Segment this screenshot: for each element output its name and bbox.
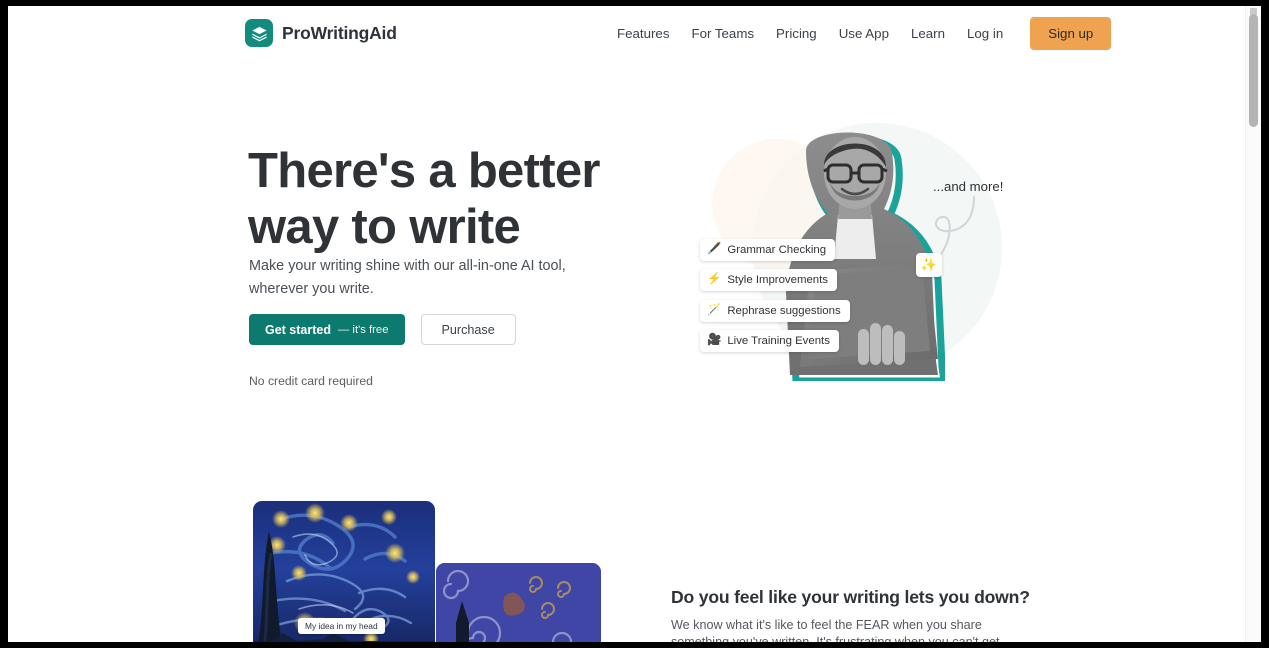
lower-section-heading: Do you feel like your writing lets you d… (671, 586, 1030, 607)
feature-chip-rephrase-suggestions: 🪄 Rephrase suggestions (700, 300, 850, 322)
hero-cta-group: Get started — it's free Purchase (249, 314, 516, 345)
feature-chip-style-improvements: ⚡ Style Improvements (700, 269, 837, 291)
movie-camera-icon: 🎥 (707, 334, 722, 347)
lower-section-body: We know what it's like to feel the FEAR … (671, 617, 1000, 642)
nav-item-pricing[interactable]: Pricing (765, 20, 828, 47)
brand-logo[interactable]: ProWritingAid (245, 19, 397, 47)
lightning-bolt-icon: ⚡ (707, 273, 722, 286)
page-content: ProWritingAid Features For Teams Pricing… (8, 6, 1261, 642)
doodle-card-image (436, 563, 601, 642)
brand-name: ProWritingAid (282, 22, 397, 43)
get-started-label: Get started (265, 322, 331, 337)
and-more-callout: ...and more! (933, 179, 1004, 194)
nav-item-use-app[interactable]: Use App (828, 20, 900, 47)
stacked-pages-icon (245, 19, 273, 47)
feature-chip-grammar-checking: 🖋️ Grammar Checking (700, 239, 836, 261)
starry-night-caption: My idea in my head (298, 618, 385, 634)
main-navigation: Features For Teams Pricing Use App Learn… (606, 17, 1112, 50)
feature-chip-label: Grammar Checking (727, 244, 827, 256)
get-started-note: — it's free (338, 323, 389, 336)
starry-night-image: My idea in my head (253, 501, 435, 642)
site-header: ProWritingAid Features For Teams Pricing… (8, 6, 1261, 62)
feature-chip-live-training-events: 🎥 Live Training Events (700, 330, 839, 352)
get-started-button[interactable]: Get started — it's free (249, 314, 405, 345)
hero-illustration: ...and more! 🖋️ Grammar Checking ⚡ Style… (668, 101, 1028, 401)
scrollbar-thumb[interactable] (1249, 14, 1258, 127)
nav-item-learn[interactable]: Learn (900, 20, 956, 47)
sign-up-button[interactable]: Sign up (1030, 17, 1112, 50)
nav-item-log-in[interactable]: Log in (956, 20, 1014, 47)
nav-item-for-teams[interactable]: For Teams (680, 20, 765, 47)
pen-icon: 🖋️ (707, 243, 722, 256)
feature-chip-label: Style Improvements (727, 274, 828, 286)
hero-subtitle: Make your writing shine with our all-in-… (249, 258, 566, 298)
purchase-button[interactable]: Purchase (420, 314, 516, 345)
sparkles-icon: ✨ (916, 253, 942, 277)
hero-heading: There's a better way to write (248, 143, 600, 254)
magic-wand-icon: 🪄 (707, 304, 722, 317)
feature-chip-label: Rephrase suggestions (727, 305, 841, 317)
vertical-scrollbar[interactable] (1245, 6, 1261, 642)
nav-item-features[interactable]: Features (606, 20, 680, 47)
no-credit-card-note: No credit card required (249, 374, 373, 388)
browser-viewport: ProWritingAid Features For Teams Pricing… (0, 0, 1269, 648)
feature-chip-label: Live Training Events (727, 335, 830, 347)
